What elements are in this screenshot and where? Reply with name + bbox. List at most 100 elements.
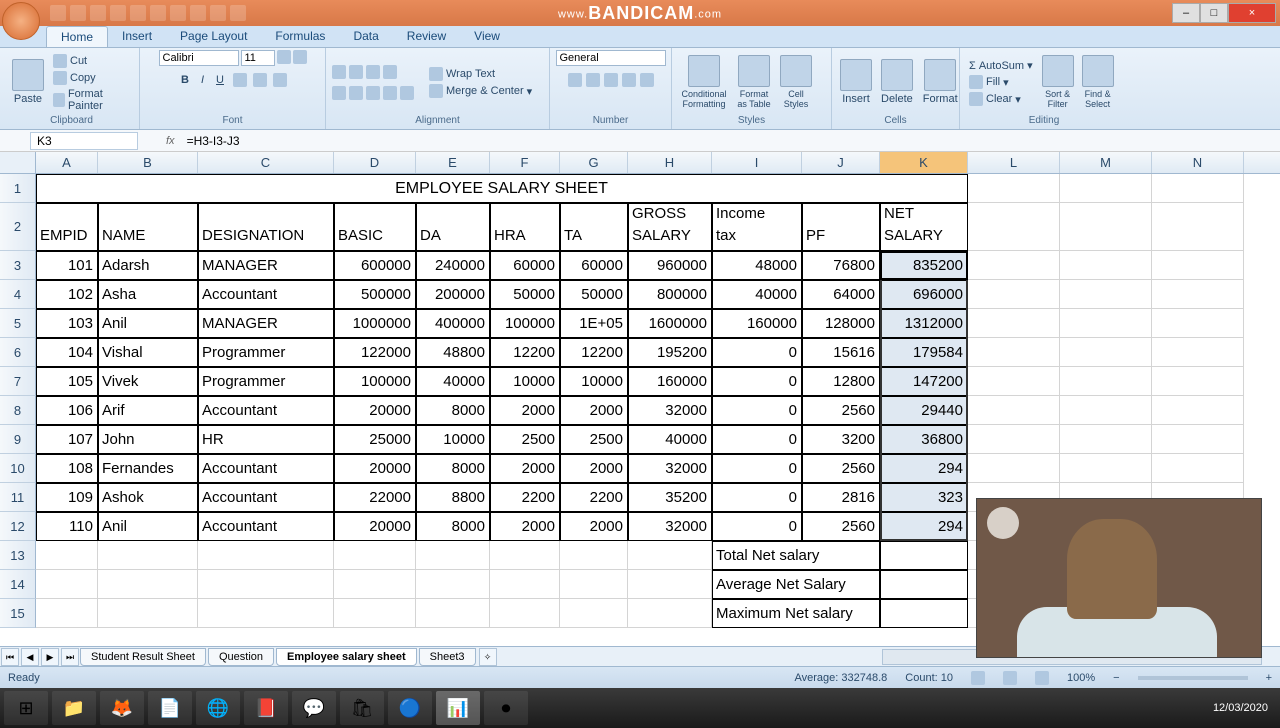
data-cell[interactable]: 2560: [802, 454, 880, 483]
cell[interactable]: [1152, 251, 1244, 280]
data-cell[interactable]: 20000: [334, 512, 416, 541]
header-cell[interactable]: HRA: [490, 203, 560, 251]
data-cell[interactable]: Accountant: [198, 483, 334, 512]
col-header-h[interactable]: H: [628, 152, 712, 173]
col-header-k[interactable]: K: [880, 152, 968, 173]
format-painter-button[interactable]: Format Painter: [50, 87, 133, 113]
cell[interactable]: [1152, 203, 1244, 251]
header-cell[interactable]: BASIC: [334, 203, 416, 251]
col-header-g[interactable]: G: [560, 152, 628, 173]
cell[interactable]: [1060, 174, 1152, 203]
format-cell-icon[interactable]: [924, 59, 956, 91]
data-cell[interactable]: Accountant: [198, 396, 334, 425]
tab-review[interactable]: Review: [393, 26, 460, 47]
header-cell[interactable]: DESIGNATION: [198, 203, 334, 251]
tab-home[interactable]: Home: [46, 26, 108, 47]
data-cell[interactable]: 48800: [416, 338, 490, 367]
data-cell[interactable]: 40000: [712, 280, 802, 309]
summary-label[interactable]: Average Net Salary: [712, 570, 880, 599]
qat-save-icon[interactable]: [50, 5, 66, 21]
italic-button[interactable]: I: [198, 73, 207, 87]
data-cell[interactable]: 2000: [490, 454, 560, 483]
sheet-tab[interactable]: Sheet3: [419, 648, 476, 666]
cell[interactable]: [1060, 367, 1152, 396]
cell[interactable]: [1152, 367, 1244, 396]
cell[interactable]: [198, 541, 334, 570]
data-cell[interactable]: 8000: [416, 396, 490, 425]
zoom-level[interactable]: 100%: [1067, 672, 1095, 684]
tab-view[interactable]: View: [460, 26, 514, 47]
cell[interactable]: [968, 309, 1060, 338]
orientation-icon[interactable]: [383, 65, 397, 79]
cell[interactable]: [560, 599, 628, 628]
cell[interactable]: [1152, 280, 1244, 309]
data-cell[interactable]: 0: [712, 425, 802, 454]
currency-icon[interactable]: [568, 73, 582, 87]
data-cell[interactable]: 12200: [490, 338, 560, 367]
qat-redo-icon[interactable]: [90, 5, 106, 21]
data-cell[interactable]: 1000000: [334, 309, 416, 338]
insert-button[interactable]: Insert: [839, 92, 873, 106]
data-cell[interactable]: Arif: [98, 396, 198, 425]
sheet-nav-prev[interactable]: ◀: [21, 648, 39, 666]
data-cell[interactable]: 2000: [560, 454, 628, 483]
data-cell[interactable]: 100000: [334, 367, 416, 396]
row-header[interactable]: 14: [0, 570, 36, 599]
decrease-decimal-icon[interactable]: [640, 73, 654, 87]
decrease-indent-icon[interactable]: [383, 86, 397, 100]
cell[interactable]: [36, 599, 98, 628]
data-cell[interactable]: 35200: [628, 483, 712, 512]
data-cell[interactable]: 2200: [560, 483, 628, 512]
cell-styles-button[interactable]: Cell Styles: [779, 88, 813, 110]
cell[interactable]: [98, 541, 198, 570]
data-cell[interactable]: 106: [36, 396, 98, 425]
tab-data[interactable]: Data: [339, 26, 392, 47]
row-header[interactable]: 8: [0, 396, 36, 425]
data-cell[interactable]: 835200: [880, 251, 968, 280]
header-cell[interactable]: Incometax: [712, 203, 802, 251]
cell[interactable]: [1152, 174, 1244, 203]
qat-button[interactable]: [230, 5, 246, 21]
title-cell[interactable]: EMPLOYEE SALARY SHEET: [36, 174, 968, 203]
format-table-icon[interactable]: [738, 55, 770, 87]
underline-button[interactable]: U: [213, 73, 227, 87]
data-cell[interactable]: 3200: [802, 425, 880, 454]
data-cell[interactable]: 20000: [334, 454, 416, 483]
data-cell[interactable]: 240000: [416, 251, 490, 280]
header-cell[interactable]: EMPID: [36, 203, 98, 251]
close-button[interactable]: ×: [1228, 3, 1276, 23]
font-name-select[interactable]: [159, 50, 239, 66]
format-as-table-button[interactable]: Format as Table: [734, 88, 774, 110]
row-header[interactable]: 11: [0, 483, 36, 512]
data-cell[interactable]: Adarsh: [98, 251, 198, 280]
header-cell[interactable]: DA: [416, 203, 490, 251]
row-header[interactable]: 7: [0, 367, 36, 396]
minimize-button[interactable]: –: [1172, 3, 1200, 23]
data-cell[interactable]: 107: [36, 425, 98, 454]
find-select-icon[interactable]: [1082, 55, 1114, 87]
data-cell[interactable]: 60000: [560, 251, 628, 280]
cell[interactable]: [968, 174, 1060, 203]
qat-undo-icon[interactable]: [70, 5, 86, 21]
sheet-tab[interactable]: Student Result Sheet: [80, 648, 206, 666]
cell[interactable]: [490, 599, 560, 628]
data-cell[interactable]: 60000: [490, 251, 560, 280]
cell[interactable]: [416, 570, 490, 599]
cell[interactable]: [880, 541, 968, 570]
cell[interactable]: [968, 203, 1060, 251]
conditional-formatting-button[interactable]: Conditional Formatting: [678, 88, 730, 110]
data-cell[interactable]: 160000: [712, 309, 802, 338]
col-header-b[interactable]: B: [98, 152, 198, 173]
row-header[interactable]: 2: [0, 203, 36, 251]
data-cell[interactable]: 0: [712, 454, 802, 483]
align-top-icon[interactable]: [332, 65, 346, 79]
data-cell[interactable]: 0: [712, 367, 802, 396]
row-header[interactable]: 6: [0, 338, 36, 367]
data-cell[interactable]: 2500: [560, 425, 628, 454]
system-clock[interactable]: 12/03/2020: [1205, 702, 1276, 714]
cell[interactable]: [1060, 280, 1152, 309]
data-cell[interactable]: 76800: [802, 251, 880, 280]
increase-indent-icon[interactable]: [400, 86, 414, 100]
cell[interactable]: [1152, 425, 1244, 454]
data-cell[interactable]: 294: [880, 454, 968, 483]
